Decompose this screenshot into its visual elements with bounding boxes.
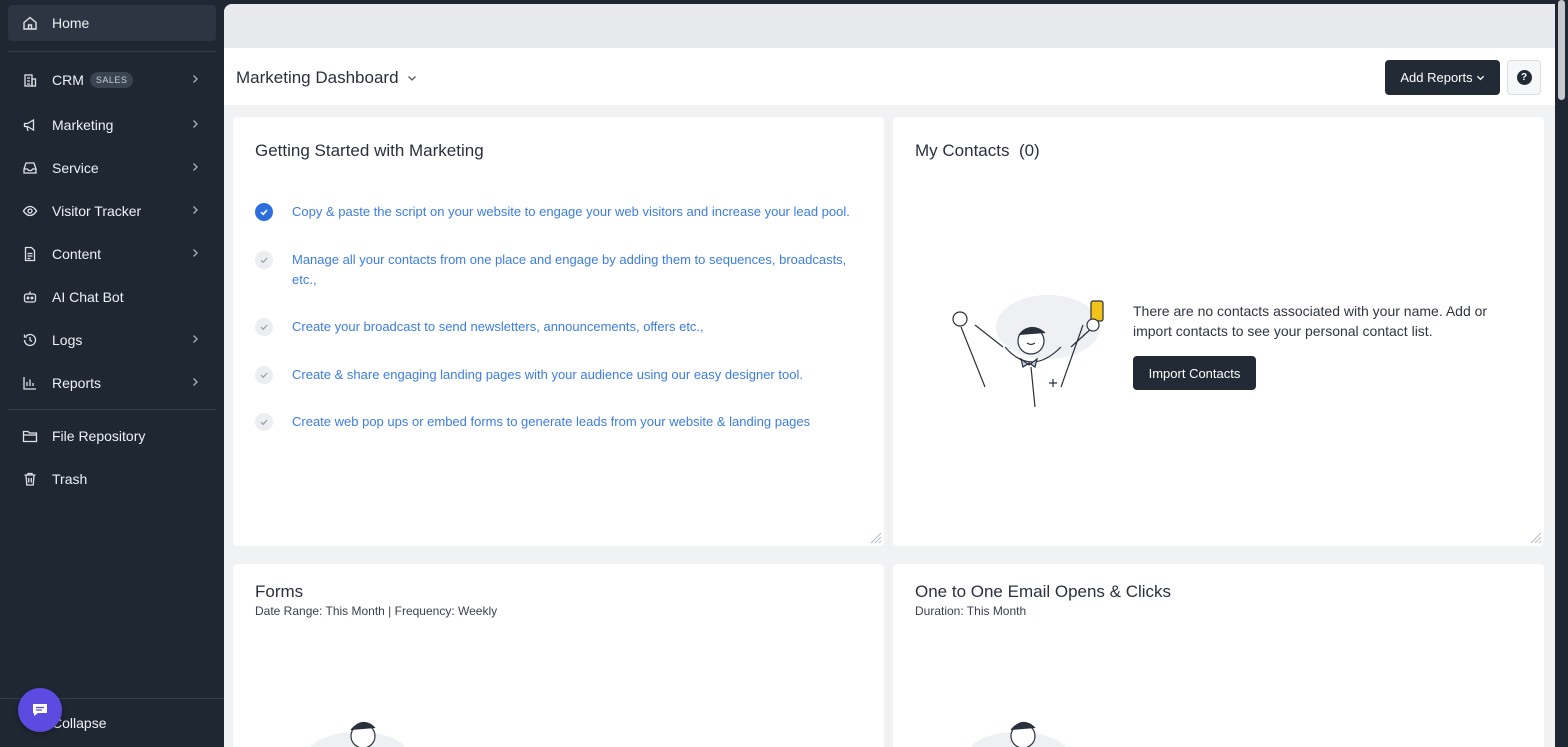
page-scrollbar[interactable]: [1555, 0, 1568, 747]
task-text: Copy & paste the script on your website …: [292, 204, 850, 219]
chat-widget-button[interactable]: [18, 688, 62, 732]
card-title: Forms: [255, 582, 304, 601]
chat-bubble-icon: [33, 704, 47, 716]
history-icon: [22, 332, 38, 348]
my-contacts-card: My Contacts (0) There are no contacts as…: [893, 117, 1544, 546]
getting-started-card: Getting Started with Marketing Copy & pa…: [233, 117, 884, 546]
person-illustration: [970, 721, 1066, 747]
trash-icon: [22, 471, 38, 487]
celebrating-person-illustration: [952, 295, 1104, 407]
sidebar-item-label: Service: [52, 160, 99, 176]
dashboard-selector[interactable]: Marketing Dashboard: [236, 68, 417, 88]
add-reports-label: Add Reports: [1400, 70, 1473, 85]
chevron-right-icon: [193, 206, 198, 214]
add-reports-button[interactable]: Add Reports: [1385, 60, 1500, 95]
task-text: Manage all your contacts from one place …: [292, 252, 847, 287]
sidebar-item-label: Marketing: [52, 117, 114, 133]
sidebar-item-trash[interactable]: Trash: [8, 461, 216, 497]
check-circle-icon: [255, 251, 273, 269]
task-item[interactable]: Create web pop ups or embed forms to gen…: [255, 413, 855, 432]
megaphone-icon: [22, 117, 38, 133]
help-icon: ?: [1516, 70, 1532, 85]
bar-chart-icon: [22, 375, 38, 391]
top-band: [224, 4, 1555, 48]
check-circle-icon: [255, 318, 273, 336]
chevron-down-icon: [407, 76, 416, 81]
sidebar-item-label: File Repository: [52, 428, 146, 444]
sidebar-item-home[interactable]: Home: [8, 5, 216, 41]
card-title: One to One Email Opens & Clicks: [915, 582, 1172, 601]
eye-icon: [22, 203, 38, 219]
chevron-right-icon: [193, 163, 198, 171]
chevron-right-icon: [193, 249, 198, 257]
main-content: Marketing Dashboard Add Reports ? Gettin…: [224, 4, 1555, 747]
sidebar-item-service[interactable]: Service: [8, 150, 216, 186]
card-subtitle: Duration: This Month: [915, 604, 1027, 618]
sidebar-item-label: CRM: [52, 72, 84, 88]
home-icon: [22, 15, 38, 31]
resize-handle-icon[interactable]: [1528, 530, 1542, 544]
sidebar-item-marketing[interactable]: Marketing: [8, 107, 216, 143]
folder-icon: [22, 428, 38, 444]
building-icon: [22, 72, 38, 88]
sidebar-divider: [8, 51, 216, 52]
chevron-down-icon: [1476, 75, 1484, 81]
forms-card: Forms Date Range: This Month | Frequency…: [233, 564, 884, 747]
sidebar-item-file-repository[interactable]: File Repository: [8, 418, 216, 454]
contacts-title: My Contacts: [915, 141, 1010, 160]
resize-handle-icon[interactable]: [868, 530, 882, 544]
email-opens-card: One to One Email Opens & Clicks Duration…: [893, 564, 1544, 747]
help-button[interactable]: ?: [1507, 60, 1541, 95]
inbox-icon: [22, 160, 38, 176]
chevron-right-icon: [193, 120, 198, 128]
task-text: Create web pop ups or embed forms to gen…: [292, 414, 811, 429]
card-title: Getting Started with Marketing: [255, 141, 484, 160]
task-item[interactable]: Create & share engaging landing pages wi…: [255, 366, 855, 385]
task-item[interactable]: Copy & paste the script on your website …: [255, 203, 855, 222]
task-text: Create your broadcast to send newsletter…: [292, 319, 704, 334]
contacts-count: (0): [1018, 141, 1040, 160]
chevron-right-icon: [193, 378, 198, 386]
card-subtitle: Date Range: This Month | Frequency: Week…: [255, 604, 498, 618]
sidebar-item-ai-chat-bot[interactable]: AI Chat Bot: [8, 279, 216, 315]
scrollbar-thumb[interactable]: [1558, 0, 1565, 100]
sidebar-item-label: AI Chat Bot: [52, 289, 124, 305]
sidebar: Home CRM SALES Marketing Service Visitor…: [0, 0, 224, 747]
import-contacts-label: Import Contacts: [1148, 365, 1241, 381]
sidebar-item-label: Home: [52, 15, 90, 31]
sidebar-item-logs[interactable]: Logs: [8, 322, 216, 358]
task-item[interactable]: Manage all your contacts from one place …: [255, 251, 855, 290]
page-title: Marketing Dashboard: [236, 68, 399, 87]
sidebar-item-label: Content: [52, 246, 102, 262]
sales-badge: SALES: [89, 72, 134, 88]
sidebar-item-visitor-tracker[interactable]: Visitor Tracker: [8, 193, 216, 229]
card-title: My Contacts (0): [915, 141, 1040, 161]
sidebar-item-content[interactable]: Content: [8, 236, 216, 272]
sidebar-item-reports[interactable]: Reports: [8, 365, 216, 401]
sidebar-item-crm[interactable]: CRM SALES: [8, 62, 216, 98]
check-circle-icon: [255, 366, 273, 384]
sidebar-item-label: Reports: [52, 375, 102, 391]
sidebar-item-label: Trash: [52, 471, 88, 487]
chevron-right-icon: [193, 75, 198, 83]
sidebar-item-label: Logs: [52, 332, 83, 348]
task-text: Create & share engaging landing pages wi…: [292, 367, 803, 382]
check-circle-icon: [255, 413, 273, 431]
chevron-right-icon: [193, 335, 198, 343]
document-icon: [22, 246, 38, 262]
check-circle-icon: [255, 203, 273, 221]
person-illustration: [310, 721, 406, 747]
empty-contacts-message: There are no contacts associated with yo…: [1133, 303, 1488, 339]
bot-icon: [22, 289, 38, 305]
task-item[interactable]: Create your broadcast to send newsletter…: [255, 318, 855, 337]
sidebar-item-label: Visitor Tracker: [52, 203, 142, 219]
sidebar-divider: [8, 409, 216, 410]
import-contacts-button[interactable]: Import Contacts: [1133, 356, 1256, 390]
dashboard-header: Marketing Dashboard Add Reports ?: [224, 48, 1555, 106]
